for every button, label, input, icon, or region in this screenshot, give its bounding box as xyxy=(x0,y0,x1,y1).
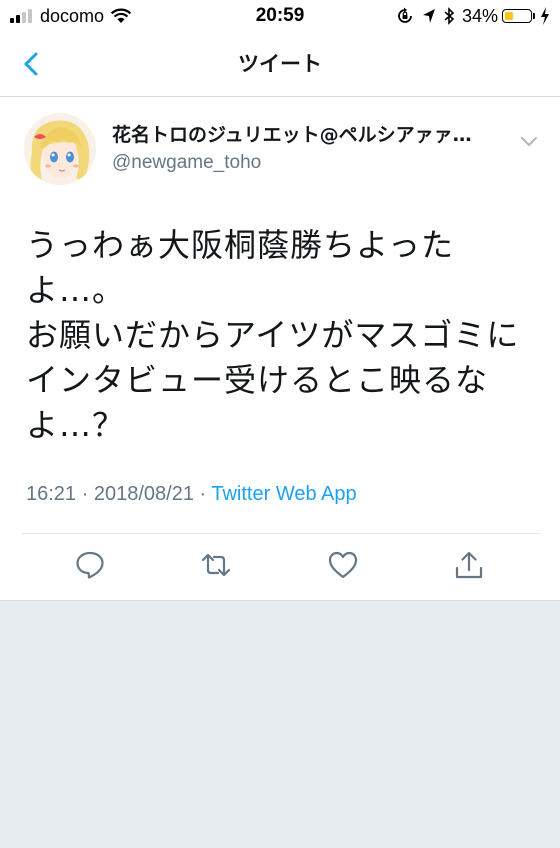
share-icon[interactable] xyxy=(453,549,485,581)
battery-percent: 34% xyxy=(461,6,498,26)
battery-icon xyxy=(502,9,532,23)
signal-icon xyxy=(10,9,34,23)
screen: docomo 20:59 34% ツイート 花名トロのジュリエット@ペルシアァァ… xyxy=(0,0,560,848)
tweet-actions xyxy=(0,549,560,585)
charging-icon xyxy=(541,7,549,25)
tweet-text: うっわぁ大阪桐蔭勝ちよったよ…。 お願いだからアイツがマスゴミにインタビュー受け… xyxy=(26,226,520,444)
chevron-left-icon[interactable] xyxy=(14,46,50,82)
wifi-icon xyxy=(110,8,132,23)
username[interactable]: @newgame_toho xyxy=(112,151,261,175)
tweet-date: 2018/08/21 xyxy=(93,483,194,505)
meta-separator: · xyxy=(193,483,212,505)
status-right: 34% xyxy=(388,6,550,26)
display-name[interactable]: 花名トロのジュリエット@ペルシアァァ… xyxy=(112,123,512,147)
divider xyxy=(22,533,540,534)
meta-separator: · xyxy=(76,483,94,505)
empty-area xyxy=(0,601,560,848)
bluetooth-icon xyxy=(444,7,454,25)
avatar[interactable] xyxy=(24,113,96,185)
tweet-time: 16:21 xyxy=(26,483,77,505)
carrier-name: docomo xyxy=(40,6,105,26)
battery-tip xyxy=(533,13,535,19)
like-icon[interactable] xyxy=(327,549,359,581)
battery-level xyxy=(505,12,513,20)
location-icon xyxy=(422,9,435,23)
tweet-card: 花名トロのジュリエット@ペルシアァァ… @newgame_toho うっわぁ大阪… xyxy=(0,97,560,601)
status-bar: docomo 20:59 34% xyxy=(0,0,560,34)
status-left: docomo xyxy=(10,6,132,26)
retweet-icon[interactable] xyxy=(200,549,232,581)
nav-bar: ツイート xyxy=(0,34,560,97)
tweet-meta: 16:21 · 2018/08/21 · Twitter Web App xyxy=(26,481,357,507)
chevron-down-icon[interactable] xyxy=(518,133,540,149)
tweet-source-link[interactable]: Twitter Web App xyxy=(211,483,356,505)
orientation-lock-icon xyxy=(398,7,412,23)
reply-icon[interactable] xyxy=(74,549,106,581)
page-title: ツイート xyxy=(238,52,322,76)
